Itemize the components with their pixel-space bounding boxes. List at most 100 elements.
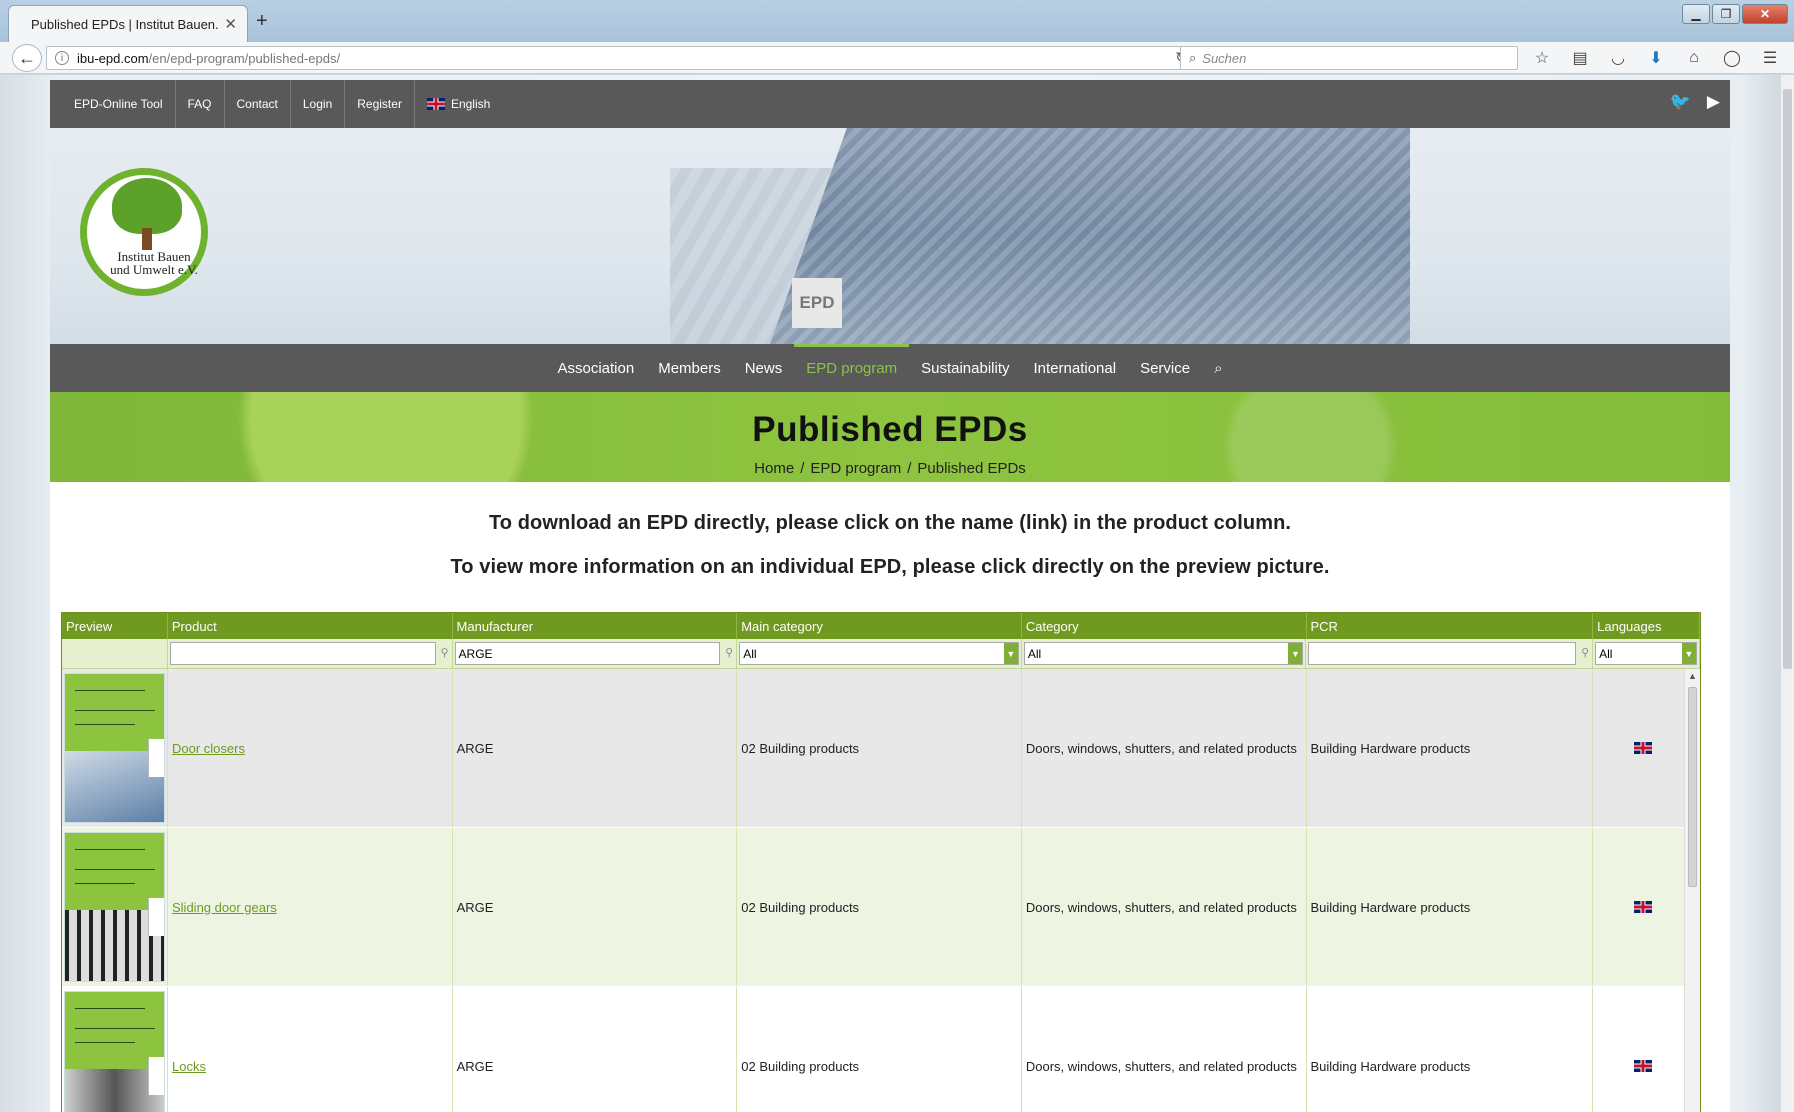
tab-title: Published EPDs | Institut Bauen... [31, 16, 219, 32]
uk-flag-icon [1634, 1060, 1653, 1072]
table-scrollbar[interactable]: ▲ [1684, 669, 1700, 1112]
search-icon: ⌕ [1189, 50, 1197, 65]
category-cell: Doors, windows, shutters, and related pr… [1022, 669, 1307, 827]
epd-preview-thumbnail[interactable] [64, 673, 165, 823]
toplink-login[interactable]: Login [291, 80, 346, 128]
header-main-category[interactable]: Main category [737, 613, 1022, 639]
filter-icon[interactable]: ⚲ [440, 646, 448, 659]
tree-icon [112, 178, 182, 234]
top-links: EPD-Online Tool FAQ Contact Login Regist… [50, 80, 1730, 128]
bookmark-star-icon[interactable]: ☆ [1530, 46, 1554, 70]
page-title: Published EPDs [752, 410, 1028, 449]
thumb-line [75, 1008, 145, 1009]
filter-icon[interactable]: ⚲ [725, 646, 733, 659]
nav-epd-program[interactable]: EPD program [794, 344, 909, 392]
browser-search-input[interactable]: ⌕ Suchen [1180, 46, 1518, 70]
product-filter-input[interactable] [169, 642, 436, 665]
close-tab-icon[interactable]: ✕ [224, 15, 237, 33]
pcr-cell: Building Hardware products [1307, 987, 1594, 1112]
breadcrumb-epd-program[interactable]: EPD program [810, 460, 901, 477]
restore-icon[interactable]: ❐ [1712, 4, 1740, 24]
window-controls: ▁ ❐ ✕ [1682, 4, 1788, 24]
header-pcr[interactable]: PCR [1307, 613, 1594, 639]
manufacturer-filter-input[interactable]: ARGE [454, 642, 721, 665]
toplink-register[interactable]: Register [345, 80, 415, 128]
nav-news[interactable]: News [733, 344, 795, 392]
intro-line-1: To download an EPD directly, please clic… [488, 512, 1292, 534]
header-languages[interactable]: Languages [1593, 613, 1700, 639]
table-row: Locks ARGE 02 Building products Doors, w… [62, 987, 1700, 1112]
reading-list-icon[interactable]: ▤ [1568, 46, 1592, 70]
language-label: English [450, 97, 491, 111]
url-bar[interactable]: i ibu-epd.com/en/epd-program/published-e… [46, 46, 1194, 70]
browser-toolbar-icons: ☆ ▤ ◡ ⬇ ⌂ ◯ ☰ [1530, 46, 1782, 70]
menu-icon[interactable]: ☰ [1758, 46, 1782, 70]
filter-icon[interactable]: ⚲ [1581, 646, 1589, 659]
toplink-faq[interactable]: FAQ [176, 80, 225, 128]
product-link[interactable]: Locks [172, 1059, 206, 1074]
back-arrow-icon[interactable]: ← [12, 44, 42, 72]
pcr-cell: Building Hardware products [1307, 669, 1594, 827]
hero-banner: EPD Institut Bauen und Umwelt e.V. [50, 128, 1730, 344]
site-info-icon[interactable]: i [55, 51, 69, 65]
table-filter-row: ⚲ ARGE ⚲ All ▼ All ▼ ⚲ All ▼ [62, 639, 1700, 669]
chevron-down-icon[interactable]: ▼ [1003, 643, 1018, 664]
thumb-line [75, 883, 135, 884]
url-host: ibu-epd.com [77, 50, 149, 66]
browser-tab[interactable]: Published EPDs | Institut Bauen... ✕ [8, 5, 248, 42]
nav-sustainability[interactable]: Sustainability [909, 344, 1021, 392]
product-link[interactable]: Sliding door gears [172, 900, 277, 915]
preview-cell [62, 987, 168, 1112]
header-product[interactable]: Product [168, 613, 453, 639]
main-category-select[interactable]: All ▼ [739, 642, 1019, 665]
url-path: /en/epd-program/published-epds/ [148, 50, 341, 66]
youtube-icon[interactable]: ▶ [1707, 92, 1720, 112]
download-icon[interactable]: ⬇ [1644, 46, 1668, 70]
main-category-cell: 02 Building products [737, 987, 1022, 1112]
filter-product-cell: ⚲ [168, 639, 453, 668]
breadcrumb-current: Published EPDs [917, 460, 1026, 477]
nav-international[interactable]: International [1022, 344, 1129, 392]
nav-members[interactable]: Members [646, 344, 733, 392]
pocket-icon[interactable]: ◡ [1606, 46, 1630, 70]
twitter-icon[interactable]: 🐦 [1670, 92, 1691, 112]
table-scroll-thumb[interactable] [1688, 687, 1697, 887]
filter-category-cell: All ▼ [1022, 639, 1307, 668]
epd-preview-thumbnail[interactable] [64, 991, 165, 1112]
ibu-logo[interactable]: Institut Bauen und Umwelt e.V. [76, 158, 216, 308]
nav-service[interactable]: Service [1128, 344, 1202, 392]
manufacturer-cell: ARGE [453, 987, 738, 1112]
header-category[interactable]: Category [1022, 613, 1307, 639]
browser-titlebar: Published EPDs | Institut Bauen... ✕ + ▁… [0, 0, 1794, 42]
chat-icon[interactable]: ◯ [1720, 46, 1744, 70]
main-category-cell: 02 Building products [737, 669, 1022, 827]
main-category-cell: 02 Building products [737, 828, 1022, 986]
breadcrumb-home[interactable]: Home [754, 460, 794, 477]
product-link[interactable]: Door closers [172, 741, 245, 756]
site-search-icon[interactable]: ⌕ [1202, 344, 1234, 392]
pcr-filter-input[interactable] [1308, 642, 1577, 665]
scroll-up-icon[interactable]: ▲ [1688, 671, 1697, 681]
page-scroll-thumb[interactable] [1783, 89, 1792, 669]
category-select[interactable]: All ▼ [1023, 642, 1304, 665]
window-close-icon[interactable]: ✕ [1742, 4, 1788, 24]
chevron-down-icon[interactable]: ▼ [1288, 643, 1303, 664]
page-scrollbar[interactable] [1780, 75, 1794, 1112]
chevron-down-icon[interactable]: ▼ [1682, 643, 1696, 664]
toplink-contact[interactable]: Contact [225, 80, 291, 128]
header-manufacturer[interactable]: Manufacturer [453, 613, 738, 639]
home-icon[interactable]: ⌂ [1682, 46, 1706, 70]
tree-trunk [142, 228, 152, 250]
language-selector[interactable]: English [415, 80, 502, 128]
nav-association[interactable]: Association [545, 344, 646, 392]
search-placeholder: Suchen [1202, 50, 1247, 66]
epd-preview-thumbnail[interactable] [64, 832, 165, 982]
main-category-selected: All [743, 647, 757, 661]
toplink-epd-online-tool[interactable]: EPD-Online Tool [62, 80, 176, 128]
minimize-icon[interactable]: ▁ [1682, 4, 1710, 24]
social-links: 🐦 ▶ [1670, 92, 1720, 112]
header-preview[interactable]: Preview [62, 613, 168, 639]
new-tab-button[interactable]: + [256, 10, 268, 33]
product-cell: Locks [168, 987, 453, 1112]
languages-select[interactable]: All ▼ [1595, 642, 1697, 665]
